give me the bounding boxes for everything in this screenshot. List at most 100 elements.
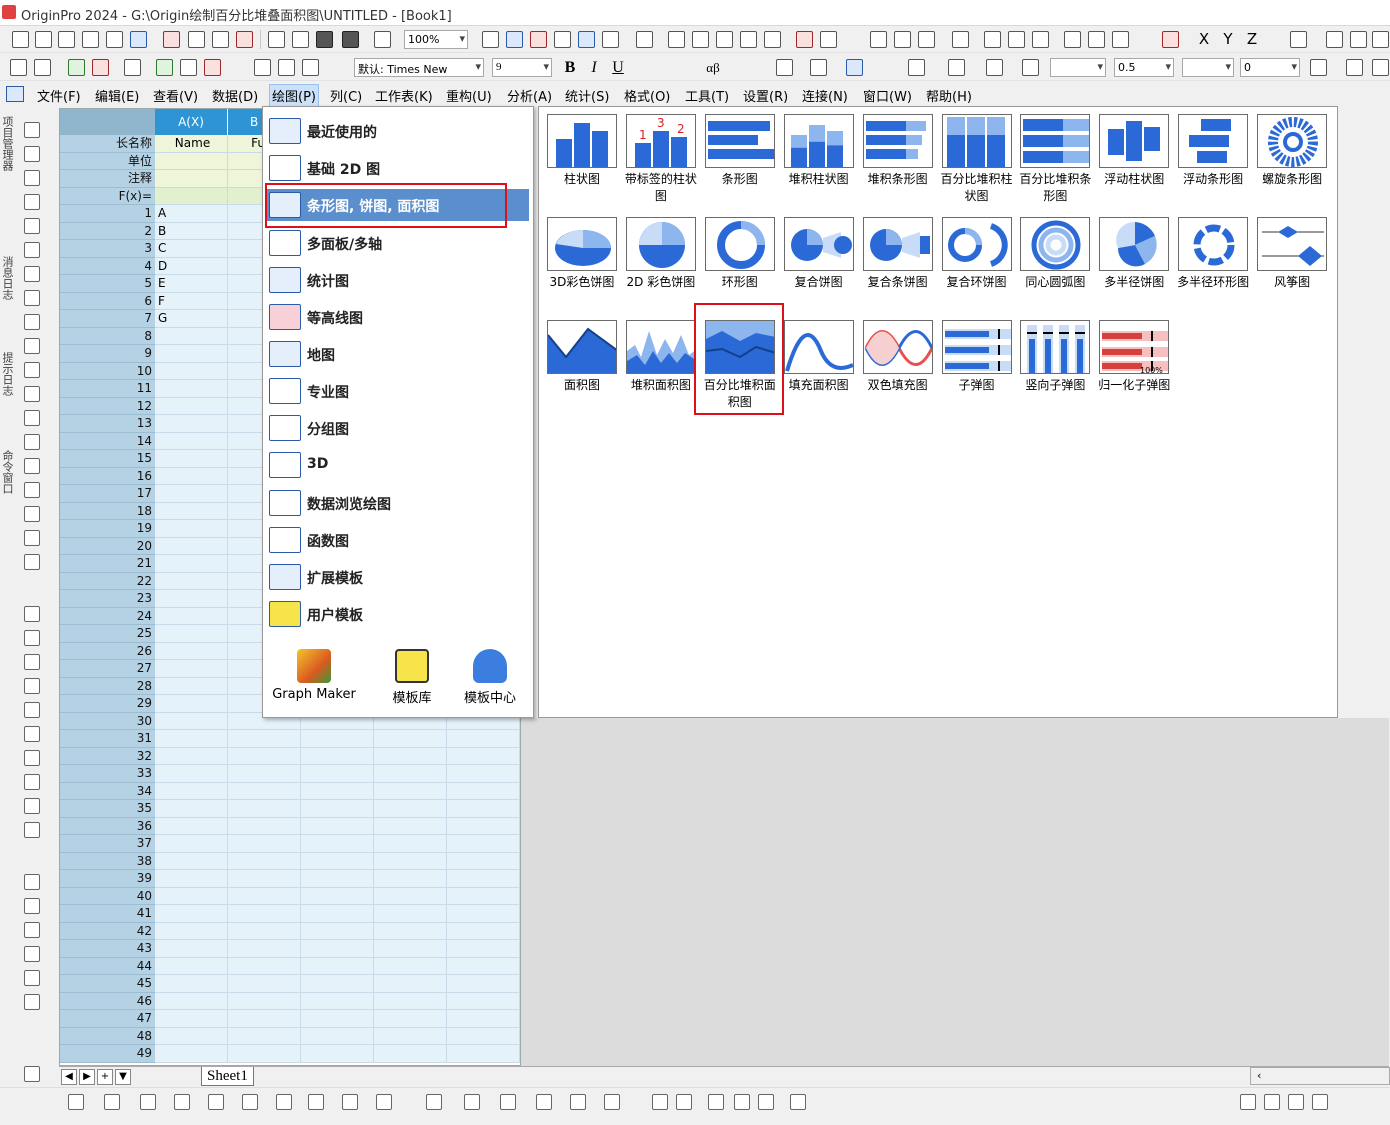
formula-icon[interactable]: [24, 822, 40, 838]
menu-3[interactable]: 数据(D): [210, 86, 260, 105]
row-number[interactable]: 32: [60, 747, 155, 765]
recalculate-icon[interactable]: [374, 31, 391, 48]
font-color-icon[interactable]: [846, 59, 863, 76]
set-column-values-icon[interactable]: [820, 31, 837, 48]
dock-tab-1[interactable]: 消息日志: [0, 256, 14, 300]
row-number[interactable]: 22: [60, 572, 155, 590]
gallery-item-barofpie[interactable]: 复合条饼图: [860, 217, 936, 317]
cell[interactable]: [228, 1045, 301, 1063]
menu-11[interactable]: 工具(T): [683, 86, 731, 105]
cell-a[interactable]: [155, 642, 228, 660]
function-icon[interactable]: [24, 482, 40, 498]
cell-a[interactable]: [155, 747, 228, 765]
category-user-template[interactable]: 用户模板: [267, 598, 529, 630]
row-number[interactable]: 41: [60, 905, 155, 923]
print-icon[interactable]: [482, 31, 499, 48]
row-number[interactable]: 13: [60, 415, 155, 433]
paste-icon[interactable]: [302, 59, 319, 76]
menu-6[interactable]: 工作表(K): [373, 86, 435, 105]
import-excel-icon[interactable]: [92, 59, 109, 76]
move-icon[interactable]: [24, 242, 40, 258]
row-number[interactable]: 15: [60, 450, 155, 468]
cell[interactable]: [447, 870, 520, 888]
menu-9[interactable]: 统计(S): [563, 86, 611, 105]
cell[interactable]: [301, 765, 374, 783]
row-number[interactable]: 11: [60, 380, 155, 398]
row-number[interactable]: 42: [60, 922, 155, 940]
menu-5[interactable]: 列(C): [328, 86, 364, 105]
gallery-item-bullet[interactable]: 子弹图: [939, 320, 1015, 420]
panel-plot-icon[interactable]: [790, 1094, 806, 1110]
next-icon[interactable]: [1372, 31, 1389, 48]
cell[interactable]: [301, 852, 374, 870]
row-number[interactable]: 26: [60, 642, 155, 660]
menu-10[interactable]: 格式(O): [622, 86, 672, 105]
next-sheet-button[interactable]: ▶: [79, 1069, 95, 1085]
cell[interactable]: [301, 1010, 374, 1028]
gallery-item-pie2d[interactable]: 2D 彩色饼图: [623, 217, 699, 317]
category-grouped[interactable]: 分组图: [267, 412, 529, 444]
cell-a[interactable]: [155, 450, 228, 468]
row-number[interactable]: 29: [60, 695, 155, 713]
line-width-combo[interactable]: 0.5: [1114, 58, 1174, 77]
export-graph-icon[interactable]: [204, 59, 221, 76]
results-log-icon[interactable]: [668, 31, 685, 48]
row-number[interactable]: 43: [60, 940, 155, 958]
zoom-combo[interactable]: 100%: [404, 30, 468, 49]
import-wizard-icon[interactable]: [34, 59, 51, 76]
row-number[interactable]: 4: [60, 257, 155, 275]
category-data-explore[interactable]: 数据浏览绘图: [267, 487, 529, 519]
underline-button[interactable]: U: [608, 58, 628, 77]
cell[interactable]: [447, 730, 520, 748]
gallery-item-normbullet[interactable]: 100% 归一化子弹图: [1096, 320, 1172, 420]
cell[interactable]: [447, 817, 520, 835]
bridge-chart-icon[interactable]: [1240, 1094, 1256, 1110]
corner-cell[interactable]: [60, 109, 155, 135]
horizontal-scrollbar[interactable]: ‹: [1250, 1067, 1390, 1085]
row-number[interactable]: 39: [60, 870, 155, 888]
gallery-item-twocolor[interactable]: 双色填充图: [860, 320, 936, 420]
cell[interactable]: [301, 1045, 374, 1063]
cell-a[interactable]: [155, 327, 228, 345]
row-number[interactable]: 36: [60, 817, 155, 835]
menu-15[interactable]: 帮助(H): [924, 86, 974, 105]
cell-a[interactable]: [155, 432, 228, 450]
import-csv-icon[interactable]: [68, 59, 85, 76]
category-recent[interactable]: 最近使用的: [267, 115, 529, 147]
waterfall-icon[interactable]: [1264, 1094, 1280, 1110]
region-icon[interactable]: [24, 314, 40, 330]
row-number[interactable]: 23: [60, 590, 155, 608]
new-excel-icon[interactable]: [212, 31, 229, 48]
multi-axis-icon[interactable]: [758, 1094, 774, 1110]
cell-a[interactable]: [155, 957, 228, 975]
stack-lines-icon[interactable]: [1312, 1094, 1328, 1110]
fill-combo[interactable]: [1182, 58, 1234, 77]
contour-plot-icon[interactable]: [308, 1094, 324, 1110]
cell[interactable]: [228, 835, 301, 853]
hatch-icon[interactable]: [1310, 59, 1327, 76]
column-plot-icon[interactable]: [174, 1094, 190, 1110]
z-axis-button[interactable]: Z: [1242, 30, 1262, 49]
cell[interactable]: [374, 957, 447, 975]
scatter-plot-icon[interactable]: [104, 1094, 120, 1110]
menu-7[interactable]: 重构(U): [444, 86, 494, 105]
gallery-item-multiradiuspie[interactable]: 多半径饼图: [1096, 217, 1172, 317]
settings-gear-icon[interactable]: [764, 31, 781, 48]
row-number[interactable]: 8: [60, 327, 155, 345]
cell[interactable]: [228, 747, 301, 765]
offset-combo[interactable]: 0: [1240, 58, 1300, 77]
row-number[interactable]: 47: [60, 1010, 155, 1028]
cell[interactable]: [301, 730, 374, 748]
header-row-label[interactable]: 长名称: [60, 135, 155, 153]
cell-a[interactable]: [155, 1027, 228, 1045]
3d-surface-icon[interactable]: [464, 1094, 480, 1110]
cell[interactable]: [374, 747, 447, 765]
template-center-button[interactable]: 模板中心: [445, 647, 535, 709]
project-explorer-icon[interactable]: [636, 31, 653, 48]
align-icon[interactable]: [776, 59, 793, 76]
cell-a[interactable]: [155, 380, 228, 398]
align-horizontal-icon[interactable]: [24, 606, 40, 622]
cell[interactable]: [228, 800, 301, 818]
high-low-plot-icon[interactable]: [376, 1094, 392, 1110]
cell[interactable]: [374, 800, 447, 818]
